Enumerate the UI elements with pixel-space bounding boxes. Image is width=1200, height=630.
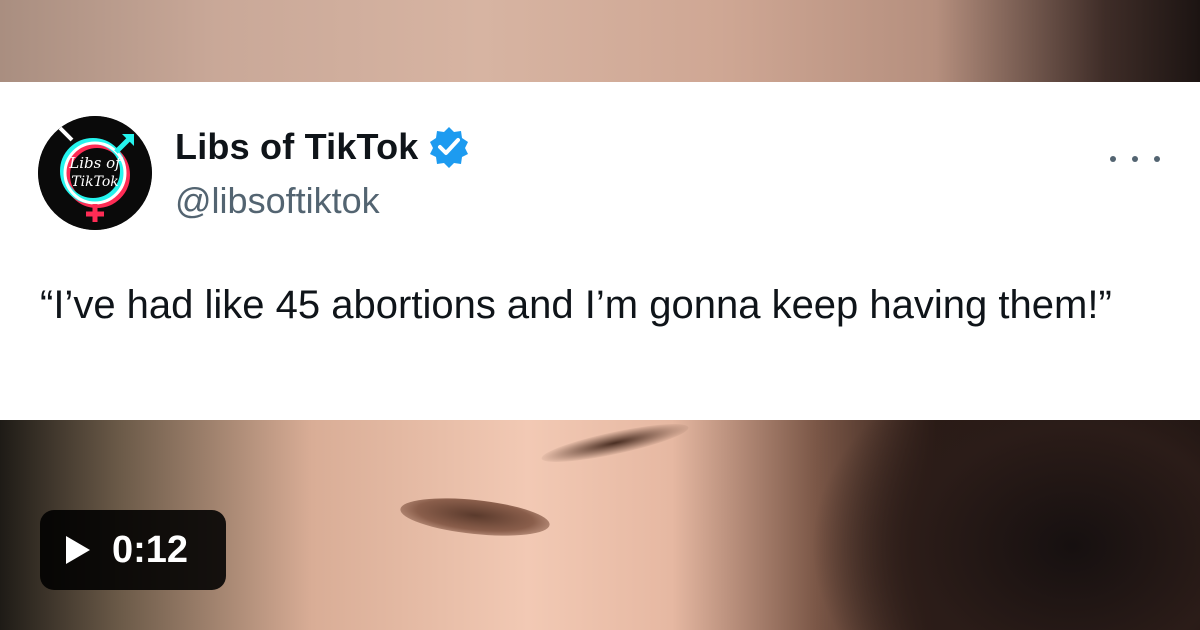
play-icon[interactable] xyxy=(64,535,92,565)
author-name-row: Libs of TikTok xyxy=(175,124,472,170)
avatar-text-line2: TikTok xyxy=(71,174,118,190)
more-dot xyxy=(1132,156,1138,162)
video-still-hair xyxy=(690,420,1200,630)
video-still-top xyxy=(0,0,1200,82)
play-duration-badge[interactable]: 0:12 xyxy=(40,510,226,590)
more-dot xyxy=(1110,156,1116,162)
video-duration: 0:12 xyxy=(112,528,189,571)
more-horizontal-icon[interactable] xyxy=(1110,144,1160,174)
verified-badge-icon xyxy=(426,124,472,170)
tweet-text: “I’ve had like 45 abortions and I’m gonn… xyxy=(40,283,1112,327)
author-display-name[interactable]: Libs of TikTok xyxy=(175,126,418,168)
profile-avatar[interactable]: Libs of TikTok xyxy=(38,116,152,230)
more-dot xyxy=(1154,156,1160,162)
tweet-card: Libs of TikTok Libs of TikTok @libsoftik… xyxy=(0,82,1200,420)
avatar-text-line1: Libs of xyxy=(68,154,123,172)
author-handle[interactable]: @libsoftiktok xyxy=(175,180,380,222)
avatar-logo: Libs of TikTok xyxy=(38,116,152,230)
